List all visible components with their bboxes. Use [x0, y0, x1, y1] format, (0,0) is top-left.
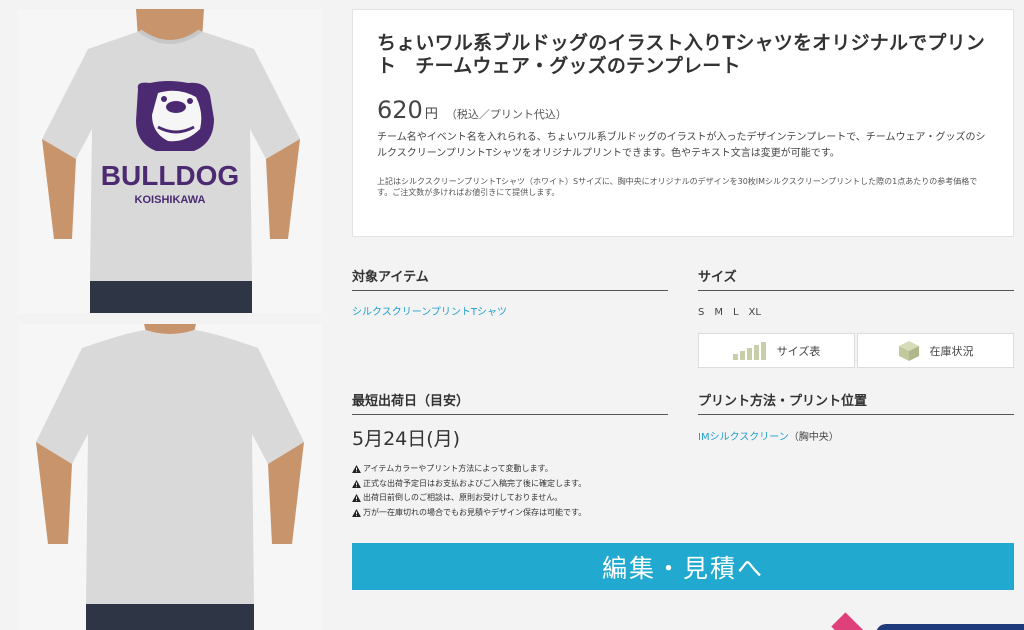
size-values: S M L XL	[698, 307, 761, 318]
product-title: ちょいワル系ブルドッグのイラスト入りTシャツをオリジナルでプリント チームウェア…	[377, 32, 985, 77]
product-info-card: ちょいワル系ブルドッグのイラスト入りTシャツをオリジナルでプリント チームウェア…	[352, 9, 1014, 237]
warning-item: 正式な出荷予定日はお支払およびご入稿完了後に確定します。	[352, 477, 586, 492]
size-heading: サイズ	[698, 266, 1014, 291]
size-chart-button[interactable]: サイズ表	[698, 333, 855, 368]
warning-text: 正式な出荷予定日はお支払およびご入稿完了後に確定します。	[363, 478, 587, 488]
decorative-badge	[831, 612, 867, 630]
warning-icon	[352, 494, 361, 503]
shipping-date: 5月24日(月)	[352, 428, 461, 450]
print-method-link[interactable]: IMシルクスクリーン	[698, 432, 789, 443]
warning-text: 出荷日前倒しのご相談は、原則お受けしておりません。	[363, 493, 563, 502]
stock-status-label: 在庫状況	[929, 345, 974, 358]
product-page: BULLDOG KOISHIKAWA ちょいワル系ブルドッグのイラスト入りTシャ…	[0, 0, 1024, 630]
decorative-footer-tab	[876, 624, 1024, 630]
price-reference-note: 上記はシルクスクリーンプリントTシャツ（ホワイト）Sサイズに、胸中央にオリジナル…	[377, 177, 978, 197]
tshirt-back-illustration	[18, 324, 322, 630]
tshirt-front-illustration: BULLDOG KOISHIKAWA	[18, 9, 322, 313]
warning-item: 万が一在庫切れの場合でもお見積やデザイン保存は可能です。	[352, 506, 586, 521]
size-chart-icon	[732, 341, 767, 360]
product-image-front[interactable]: BULLDOG KOISHIKAWA	[18, 9, 322, 313]
price-unit: 円	[424, 107, 438, 122]
warning-icon	[352, 479, 361, 488]
edit-estimate-button[interactable]: 編集・見積へ	[352, 543, 1014, 590]
warning-text: 万が一在庫切れの場合でもお見積やデザイン保存は可能です。	[363, 507, 587, 517]
design-sub-text: KOISHIKAWA	[135, 194, 206, 206]
print-method-row: IMシルクスクリーン（胸中央）	[698, 428, 839, 443]
item-link[interactable]: シルクスクリーンプリントTシャツ	[352, 303, 507, 318]
item-heading: 対象アイテム	[352, 266, 668, 291]
product-image-back[interactable]	[18, 324, 322, 630]
product-description: チーム名やイベント名を入れられる、ちょいワル系ブルドッグのイラストが入ったデザイ…	[377, 132, 986, 159]
size-chart-label: サイズ表	[776, 345, 821, 358]
warning-text: アイテムカラーやプリント方法によって変動します。	[363, 464, 553, 473]
bulldog-graphic	[136, 81, 214, 151]
warning-icon	[352, 508, 361, 517]
price-row: 620 円 （税込／プリント代込）	[377, 96, 989, 124]
box-icon	[898, 340, 920, 362]
print-position: （胸中央）	[788, 432, 839, 443]
shipping-heading: 最短出荷日（目安）	[352, 390, 668, 415]
stock-status-button[interactable]: 在庫状況	[857, 333, 1014, 368]
warning-icon	[352, 465, 361, 474]
print-heading: プリント方法・プリント位置	[698, 390, 1014, 415]
price-value: 620	[377, 96, 423, 124]
warning-item: 出荷日前倒しのご相談は、原則お受けしておりません。	[352, 491, 586, 506]
design-main-text: BULLDOG	[101, 160, 239, 191]
shipping-warnings: アイテムカラーやプリント方法によって変動します。 正式な出荷予定日はお支払および…	[352, 462, 586, 520]
warning-item: アイテムカラーやプリント方法によって変動します。	[352, 462, 586, 477]
price-tax-note: （税込／プリント代込）	[445, 108, 567, 121]
